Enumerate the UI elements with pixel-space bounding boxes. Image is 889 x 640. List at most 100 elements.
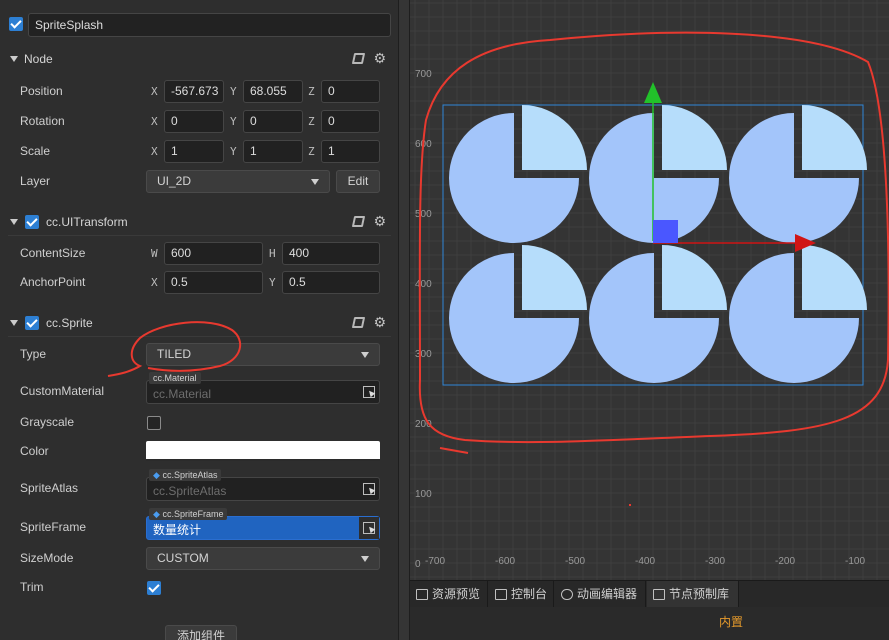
gear-icon[interactable]: ⚙: [373, 313, 386, 331]
axis-z-label: Z: [308, 145, 315, 158]
x-tick-label: -700: [425, 556, 445, 567]
x-tick-label: -600: [495, 556, 515, 567]
position-label: Position: [20, 84, 63, 98]
collapse-arrow-icon[interactable]: [10, 219, 18, 225]
axis-z-label: Z: [308, 115, 315, 128]
sizemode-value: CUSTOM: [157, 551, 209, 565]
y-tick-label: 400: [415, 279, 432, 290]
divider: [8, 235, 391, 236]
collapse-arrow-icon[interactable]: [10, 56, 18, 62]
axis-w-label: W: [151, 247, 158, 260]
asset-picker-icon[interactable]: [363, 483, 375, 495]
position-y-input[interactable]: 68.055: [243, 80, 303, 103]
tab-prefab-library[interactable]: 节点预制库: [647, 581, 739, 608]
uitransform-enabled-checkbox[interactable]: [25, 215, 39, 229]
asset-picker-icon[interactable]: [363, 386, 375, 398]
scale-x-input[interactable]: 1: [164, 140, 224, 163]
console-icon: [495, 589, 507, 600]
sizemode-label: SizeMode: [20, 551, 74, 565]
scale-y-input[interactable]: 1: [243, 140, 303, 163]
tab-label: 动画编辑器: [577, 587, 638, 601]
help-book-icon[interactable]: [351, 317, 366, 328]
axis-h-label: H: [269, 247, 276, 260]
x-tick-label: -300: [705, 556, 725, 567]
layer-select[interactable]: UI_2D: [146, 170, 330, 193]
bottom-tab-bar: 资源预览 控制台 动画编辑器 节点预制库: [410, 580, 889, 608]
position-z-input[interactable]: 0: [321, 80, 380, 103]
node-section-header[interactable]: Node ⚙: [0, 47, 398, 71]
sizemode-select[interactable]: CUSTOM: [146, 547, 380, 570]
y-tick-label: 100: [415, 489, 432, 500]
gizmo-y-arrow-icon[interactable]: [644, 82, 662, 103]
y-tick-label: 700: [415, 69, 432, 80]
spriteframe-label: SpriteFrame: [20, 520, 87, 534]
sprite-enabled-checkbox[interactable]: [25, 316, 39, 330]
panel-splitter[interactable]: [398, 0, 410, 640]
tab-label: 节点预制库: [669, 587, 730, 601]
grayscale-checkbox[interactable]: [147, 416, 161, 430]
gear-icon[interactable]: ⚙: [373, 49, 386, 67]
uitransform-section-header[interactable]: cc.UITransform ⚙: [0, 210, 398, 234]
node-name-input[interactable]: SpriteSplash: [28, 13, 391, 37]
help-book-icon[interactable]: [351, 53, 366, 64]
gizmo-center-handle[interactable]: [653, 220, 678, 243]
axis-z-label: Z: [308, 85, 315, 98]
spriteframe-type-tag: ◆ cc.SpriteFrame: [149, 508, 228, 520]
contentsize-width-input[interactable]: 600: [164, 242, 263, 265]
collapse-arrow-icon[interactable]: [10, 320, 18, 326]
x-tick-label: -200: [775, 556, 795, 567]
scale-z-input[interactable]: 1: [321, 140, 380, 163]
tab-asset-preview[interactable]: 资源预览: [410, 581, 488, 608]
x-tick-label: -100: [845, 556, 865, 567]
color-label: Color: [20, 444, 49, 458]
prefab-library-icon: [653, 589, 665, 600]
gear-icon[interactable]: ⚙: [373, 212, 386, 230]
chevron-down-icon: [361, 352, 369, 358]
tab-animation-editor[interactable]: 动画编辑器: [555, 581, 646, 608]
custommaterial-label: CustomMaterial: [20, 384, 105, 398]
bottom-panel: 内置: [410, 607, 889, 640]
rotation-z-input[interactable]: 0: [321, 110, 380, 133]
scale-label: Scale: [20, 144, 51, 158]
tab-label: 资源预览: [432, 587, 481, 601]
rotation-label: Rotation: [20, 114, 65, 128]
contentsize-height-input[interactable]: 400: [282, 242, 380, 265]
tab-console[interactable]: 控制台: [489, 581, 554, 608]
contentsize-label: ContentSize: [20, 246, 86, 260]
rotation-x-input[interactable]: 0: [164, 110, 224, 133]
position-x-input[interactable]: -567.673: [164, 80, 224, 103]
alpha-bar: [146, 459, 380, 461]
axis-y-label: Y: [230, 115, 237, 128]
chevron-down-icon: [311, 179, 319, 185]
trim-label: Trim: [20, 580, 44, 594]
add-component-button[interactable]: 添加组件: [165, 625, 237, 640]
axis-y-label: Y: [230, 145, 237, 158]
uitransform-section-title: cc.UITransform: [46, 215, 128, 229]
x-tick-label: -400: [635, 556, 655, 567]
node-active-checkbox[interactable]: [9, 17, 23, 31]
scene-view[interactable]: 700 600 500 400 300 200 100 0 -700 -600 -500 -400-…: [410, 0, 889, 580]
sprite-section-title: cc.Sprite: [46, 316, 93, 330]
spriteframe-tag-text: cc.SpriteFrame: [162, 509, 224, 519]
annotation-type-circle: [107, 321, 242, 377]
type-label: Type: [20, 347, 47, 361]
asset-picker-icon[interactable]: [363, 522, 375, 534]
axis-y-label: Y: [230, 85, 237, 98]
y-tick-label: 0: [415, 559, 421, 570]
layer-edit-button[interactable]: Edit: [336, 170, 380, 193]
anchor-x-input[interactable]: 0.5: [164, 271, 263, 294]
rotation-y-input[interactable]: 0: [243, 110, 303, 133]
trim-checkbox[interactable]: [147, 581, 161, 595]
diamond-icon: ◆: [153, 470, 160, 480]
axis-x-label: X: [151, 145, 158, 158]
anchorpoint-label: AnchorPoint: [20, 275, 86, 289]
scene-canvas[interactable]: 7006005004003002001000 -700 -600 -500 -400-…: [410, 0, 889, 580]
anchor-y-input[interactable]: 0.5: [282, 271, 380, 294]
tab-label: 控制台: [511, 587, 548, 601]
animation-icon: [561, 589, 573, 600]
help-book-icon[interactable]: [351, 216, 366, 227]
node-section-title: Node: [24, 52, 53, 66]
layer-value: UI_2D: [157, 174, 192, 188]
color-swatch[interactable]: [146, 441, 380, 461]
axis-x-label: X: [151, 85, 158, 98]
